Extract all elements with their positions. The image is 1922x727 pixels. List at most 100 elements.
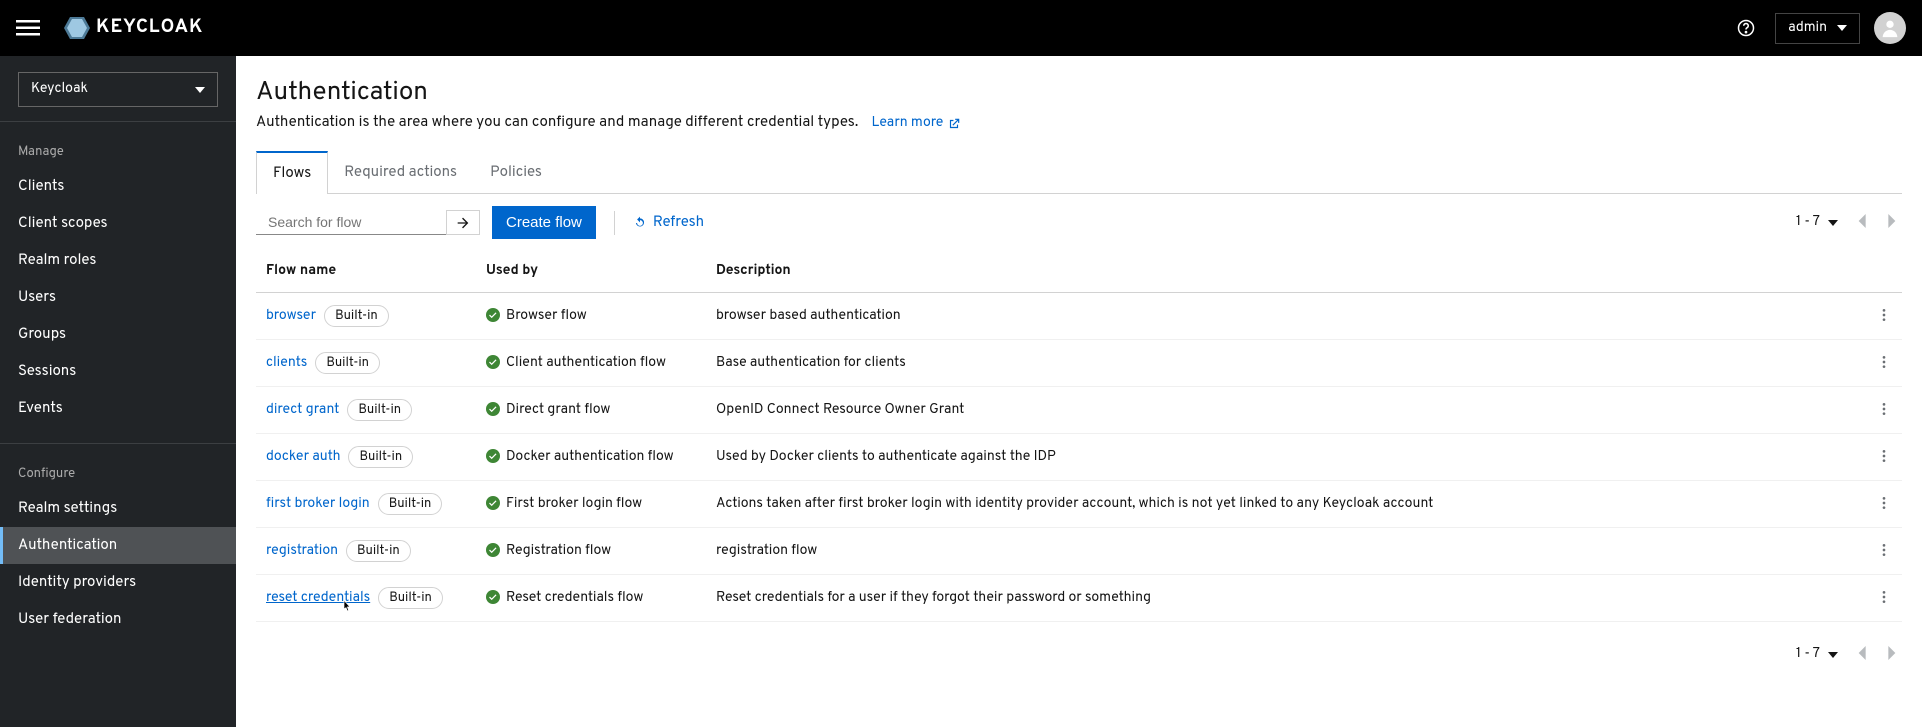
kebab-icon [1876, 401, 1892, 417]
sidebar-item-clients[interactable]: Clients [0, 168, 236, 205]
builtin-badge: Built-in [315, 352, 380, 374]
chevron-down-icon [1828, 218, 1838, 228]
pager-prev-bottom[interactable] [1852, 642, 1870, 667]
sidebar-item-authentication[interactable]: Authentication [0, 527, 236, 564]
table-row: docker authBuilt-inDocker authentication… [256, 434, 1902, 481]
check-circle-icon [486, 543, 500, 557]
user-menu[interactable]: admin [1775, 13, 1860, 44]
builtin-badge: Built-in [346, 540, 411, 562]
refresh-label: Refresh [653, 213, 704, 232]
learn-more-link[interactable]: Learn more [872, 115, 962, 132]
check-circle-icon [486, 355, 500, 369]
refresh-icon [633, 216, 647, 230]
flow-name-link[interactable]: reset credentials [266, 590, 370, 607]
brand-mark-icon [64, 17, 90, 39]
avatar[interactable] [1874, 12, 1906, 44]
tab-policies[interactable]: Policies [474, 151, 559, 193]
create-flow-button[interactable]: Create flow [492, 206, 596, 239]
row-actions-button[interactable] [1876, 496, 1892, 513]
check-circle-icon [486, 308, 500, 322]
row-actions-button[interactable] [1876, 449, 1892, 466]
row-actions-button[interactable] [1876, 590, 1892, 607]
used-by-label: First broker login flow [506, 496, 642, 513]
chevron-left-icon [1856, 214, 1866, 228]
row-actions-button[interactable] [1876, 402, 1892, 419]
sidebar-item-realm-settings[interactable]: Realm settings [0, 490, 236, 527]
tab-required-actions[interactable]: Required actions [328, 151, 474, 193]
table-row: direct grantBuilt-inDirect grant flowOpe… [256, 387, 1902, 434]
learn-more-label: Learn more [872, 115, 944, 132]
chevron-down-icon [1837, 23, 1847, 33]
page-description-row: Authentication is the area where you can… [256, 113, 1902, 132]
search-input-wrap [256, 210, 446, 235]
toolbar: Create flow Refresh 1 - 7 [256, 194, 1902, 251]
sidebar-item-events[interactable]: Events [0, 390, 236, 427]
check-circle-icon [486, 402, 500, 416]
kebab-icon [1876, 448, 1892, 464]
search-group [256, 210, 480, 235]
chevron-down-icon [1828, 650, 1838, 660]
table-row: registrationBuilt-inRegistration flowreg… [256, 528, 1902, 575]
search-submit-button[interactable] [446, 210, 480, 235]
flow-name-link[interactable]: browser [266, 308, 316, 325]
flow-name-link[interactable]: first broker login [266, 496, 370, 513]
chevron-right-icon [1888, 214, 1898, 228]
pager-next[interactable] [1884, 210, 1902, 235]
flow-name-link[interactable]: registration [266, 543, 338, 560]
refresh-button[interactable]: Refresh [633, 213, 704, 232]
main-content: Authentication Authentication is the are… [236, 56, 1922, 727]
sidebar-item-client-scopes[interactable]: Client scopes [0, 205, 236, 242]
flow-description: registration flow [716, 543, 817, 560]
check-circle-icon [486, 590, 500, 604]
sidebar-item-sessions[interactable]: Sessions [0, 353, 236, 390]
pager-range-bottom[interactable]: 1 - 7 [1796, 646, 1838, 663]
brand-logo[interactable]: KEYCLOAK [64, 16, 203, 40]
used-by-label: Browser flow [506, 308, 587, 325]
kebab-icon [1876, 589, 1892, 605]
realm-selector[interactable]: Keycloak [18, 72, 218, 107]
pager-next-bottom[interactable] [1884, 642, 1902, 667]
sidebar-item-identity-providers[interactable]: Identity providers [0, 564, 236, 601]
pager-prev[interactable] [1852, 210, 1870, 235]
sidebar-item-users[interactable]: Users [0, 279, 236, 316]
check-circle-icon [486, 449, 500, 463]
page-description: Authentication is the area where you can… [256, 113, 858, 132]
builtin-badge: Built-in [347, 399, 412, 421]
flow-description: OpenID Connect Resource Owner Grant [716, 402, 964, 419]
used-by-label: Reset credentials flow [506, 590, 643, 607]
table-row: browser Built-in Browser flow browser based… [256, 293, 1902, 340]
sidebar-section-configure: Configure [0, 454, 236, 490]
pager-range-label: 1 - 7 [1796, 214, 1820, 231]
tab-flows[interactable]: Flows [256, 151, 328, 194]
row-actions-button[interactable] [1876, 355, 1892, 372]
kebab-icon [1876, 495, 1892, 511]
kebab-icon [1876, 354, 1892, 370]
page-title: Authentication [256, 76, 1902, 109]
flow-name-link[interactable]: clients [266, 355, 307, 372]
row-actions-button[interactable] [1876, 308, 1892, 325]
row-actions-button[interactable] [1876, 543, 1892, 560]
chevron-left-icon [1856, 646, 1866, 660]
builtin-badge: Built-in [378, 587, 443, 609]
flow-name-link[interactable]: direct grant [266, 402, 339, 419]
pager-range[interactable]: 1 - 7 [1796, 214, 1838, 231]
brand-text: KEYCLOAK [96, 16, 203, 40]
flow-description: browser based authentication [716, 308, 901, 325]
builtin-badge: Built-in [324, 305, 389, 327]
builtin-badge: Built-in [378, 493, 443, 515]
sidebar-item-realm-roles[interactable]: Realm roles [0, 242, 236, 279]
sidebar-section-manage: Manage [0, 132, 236, 168]
used-by-label: Client authentication flow [506, 355, 666, 372]
flow-name-link[interactable]: docker auth [266, 449, 340, 466]
hamburger-icon[interactable] [16, 16, 40, 40]
th-flow-name: Flow name [256, 251, 476, 293]
pager-top: 1 - 7 [1796, 210, 1902, 235]
user-menu-label: admin [1788, 20, 1827, 37]
pager-range-label-bottom: 1 - 7 [1796, 646, 1820, 663]
check-circle-icon [486, 496, 500, 510]
sidebar-item-groups[interactable]: Groups [0, 316, 236, 353]
sidebar-item-user-federation[interactable]: User federation [0, 601, 236, 638]
help-icon[interactable] [1737, 19, 1755, 37]
table-row: clients Built-in Client authentication flo… [256, 340, 1902, 387]
search-input[interactable] [268, 214, 449, 230]
